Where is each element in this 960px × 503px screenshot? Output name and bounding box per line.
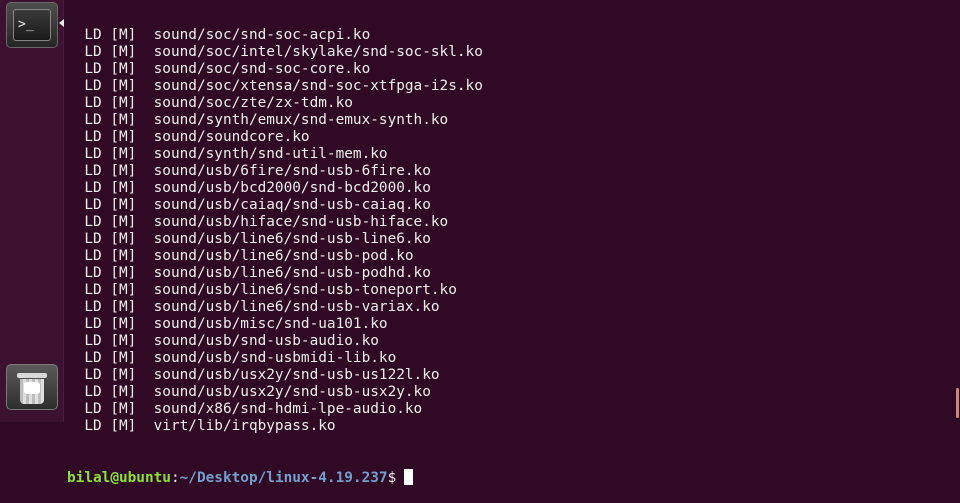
prompt-symbol: $ xyxy=(387,470,397,486)
shell-prompt-line[interactable]: bilal@ubuntu:~/Desktop/linux-4.19.237$ xyxy=(67,469,960,486)
terminal-output-line: LD [M] sound/soc/xtensa/snd-soc-xtfpga-i… xyxy=(67,78,483,94)
launcher-sidebar: >_ xyxy=(0,0,64,422)
text-cursor xyxy=(404,469,414,485)
prompt-separator: : xyxy=(170,470,180,486)
terminal-output-line: LD [M] sound/usb/caiaq/snd-usb-caiaq.ko xyxy=(67,197,431,213)
terminal-output-line: LD [M] sound/usb/6fire/snd-usb-6fire.ko xyxy=(67,163,431,179)
prompt-user-host: bilal@ubuntu xyxy=(67,470,171,486)
terminal-output-line: LD [M] sound/usb/hiface/snd-usb-hiface.k… xyxy=(67,214,449,230)
terminal-output-line: LD [M] sound/usb/line6/snd-usb-line6.ko xyxy=(67,231,431,247)
terminal-output-line: LD [M] sound/usb/bcd2000/snd-bcd2000.ko xyxy=(67,180,431,196)
terminal-output-line: LD [M] sound/soc/snd-soc-core.ko xyxy=(67,61,371,77)
terminal-output-line: LD [M] sound/usb/line6/snd-usb-pod.ko xyxy=(67,248,414,264)
prompt-path: ~/Desktop/linux-4.19.237 xyxy=(179,470,388,486)
terminal-output-line: LD [M] sound/usb/snd-usb-audio.ko xyxy=(67,333,379,349)
terminal-output-line: LD [M] sound/usb/line6/snd-usb-podhd.ko xyxy=(67,265,431,281)
terminal-output-line: LD [M] sound/usb/line6/snd-usb-variax.ko xyxy=(67,299,440,315)
trash-icon xyxy=(17,373,47,405)
terminal-output-line: LD [M] sound/usb/misc/snd-ua101.ko xyxy=(67,316,388,332)
terminal-output[interactable]: LD [M] sound/soc/snd-soc-acpi.ko LD [M] … xyxy=(67,0,960,503)
terminal-output-line: LD [M] sound/usb/usx2y/snd-usb-us122l.ko xyxy=(67,367,440,383)
terminal-launcher-button[interactable]: >_ xyxy=(6,2,58,48)
terminal-output-line: LD [M] sound/soc/zte/zx-tdm.ko xyxy=(67,95,353,111)
terminal-output-line: LD [M] sound/usb/usx2y/snd-usb-usx2y.ko xyxy=(67,384,431,400)
terminal-output-line: LD [M] sound/x86/snd-hdmi-lpe-audio.ko xyxy=(67,401,423,417)
scrollbar-thumb[interactable] xyxy=(956,388,959,418)
terminal-output-line: LD [M] sound/usb/snd-usbmidi-lib.ko xyxy=(67,350,397,366)
active-app-indicator xyxy=(59,19,64,27)
terminal-output-line: LD [M] sound/usb/line6/snd-usb-toneport.… xyxy=(67,282,457,298)
terminal-output-line: LD [M] sound/soc/snd-soc-acpi.ko xyxy=(67,27,371,43)
terminal-output-line: LD [M] sound/synth/emux/snd-emux-synth.k… xyxy=(67,112,449,128)
terminal-output-line: LD [M] sound/soc/intel/skylake/snd-soc-s… xyxy=(67,44,483,60)
terminal-output-line: LD [M] sound/soundcore.ko xyxy=(67,129,310,145)
trash-launcher-button[interactable] xyxy=(6,364,58,410)
terminal-icon: >_ xyxy=(13,9,51,41)
terminal-output-line: LD [M] virt/lib/irqbypass.ko xyxy=(67,418,336,434)
terminal-output-line: LD [M] sound/synth/snd-util-mem.ko xyxy=(67,146,388,162)
